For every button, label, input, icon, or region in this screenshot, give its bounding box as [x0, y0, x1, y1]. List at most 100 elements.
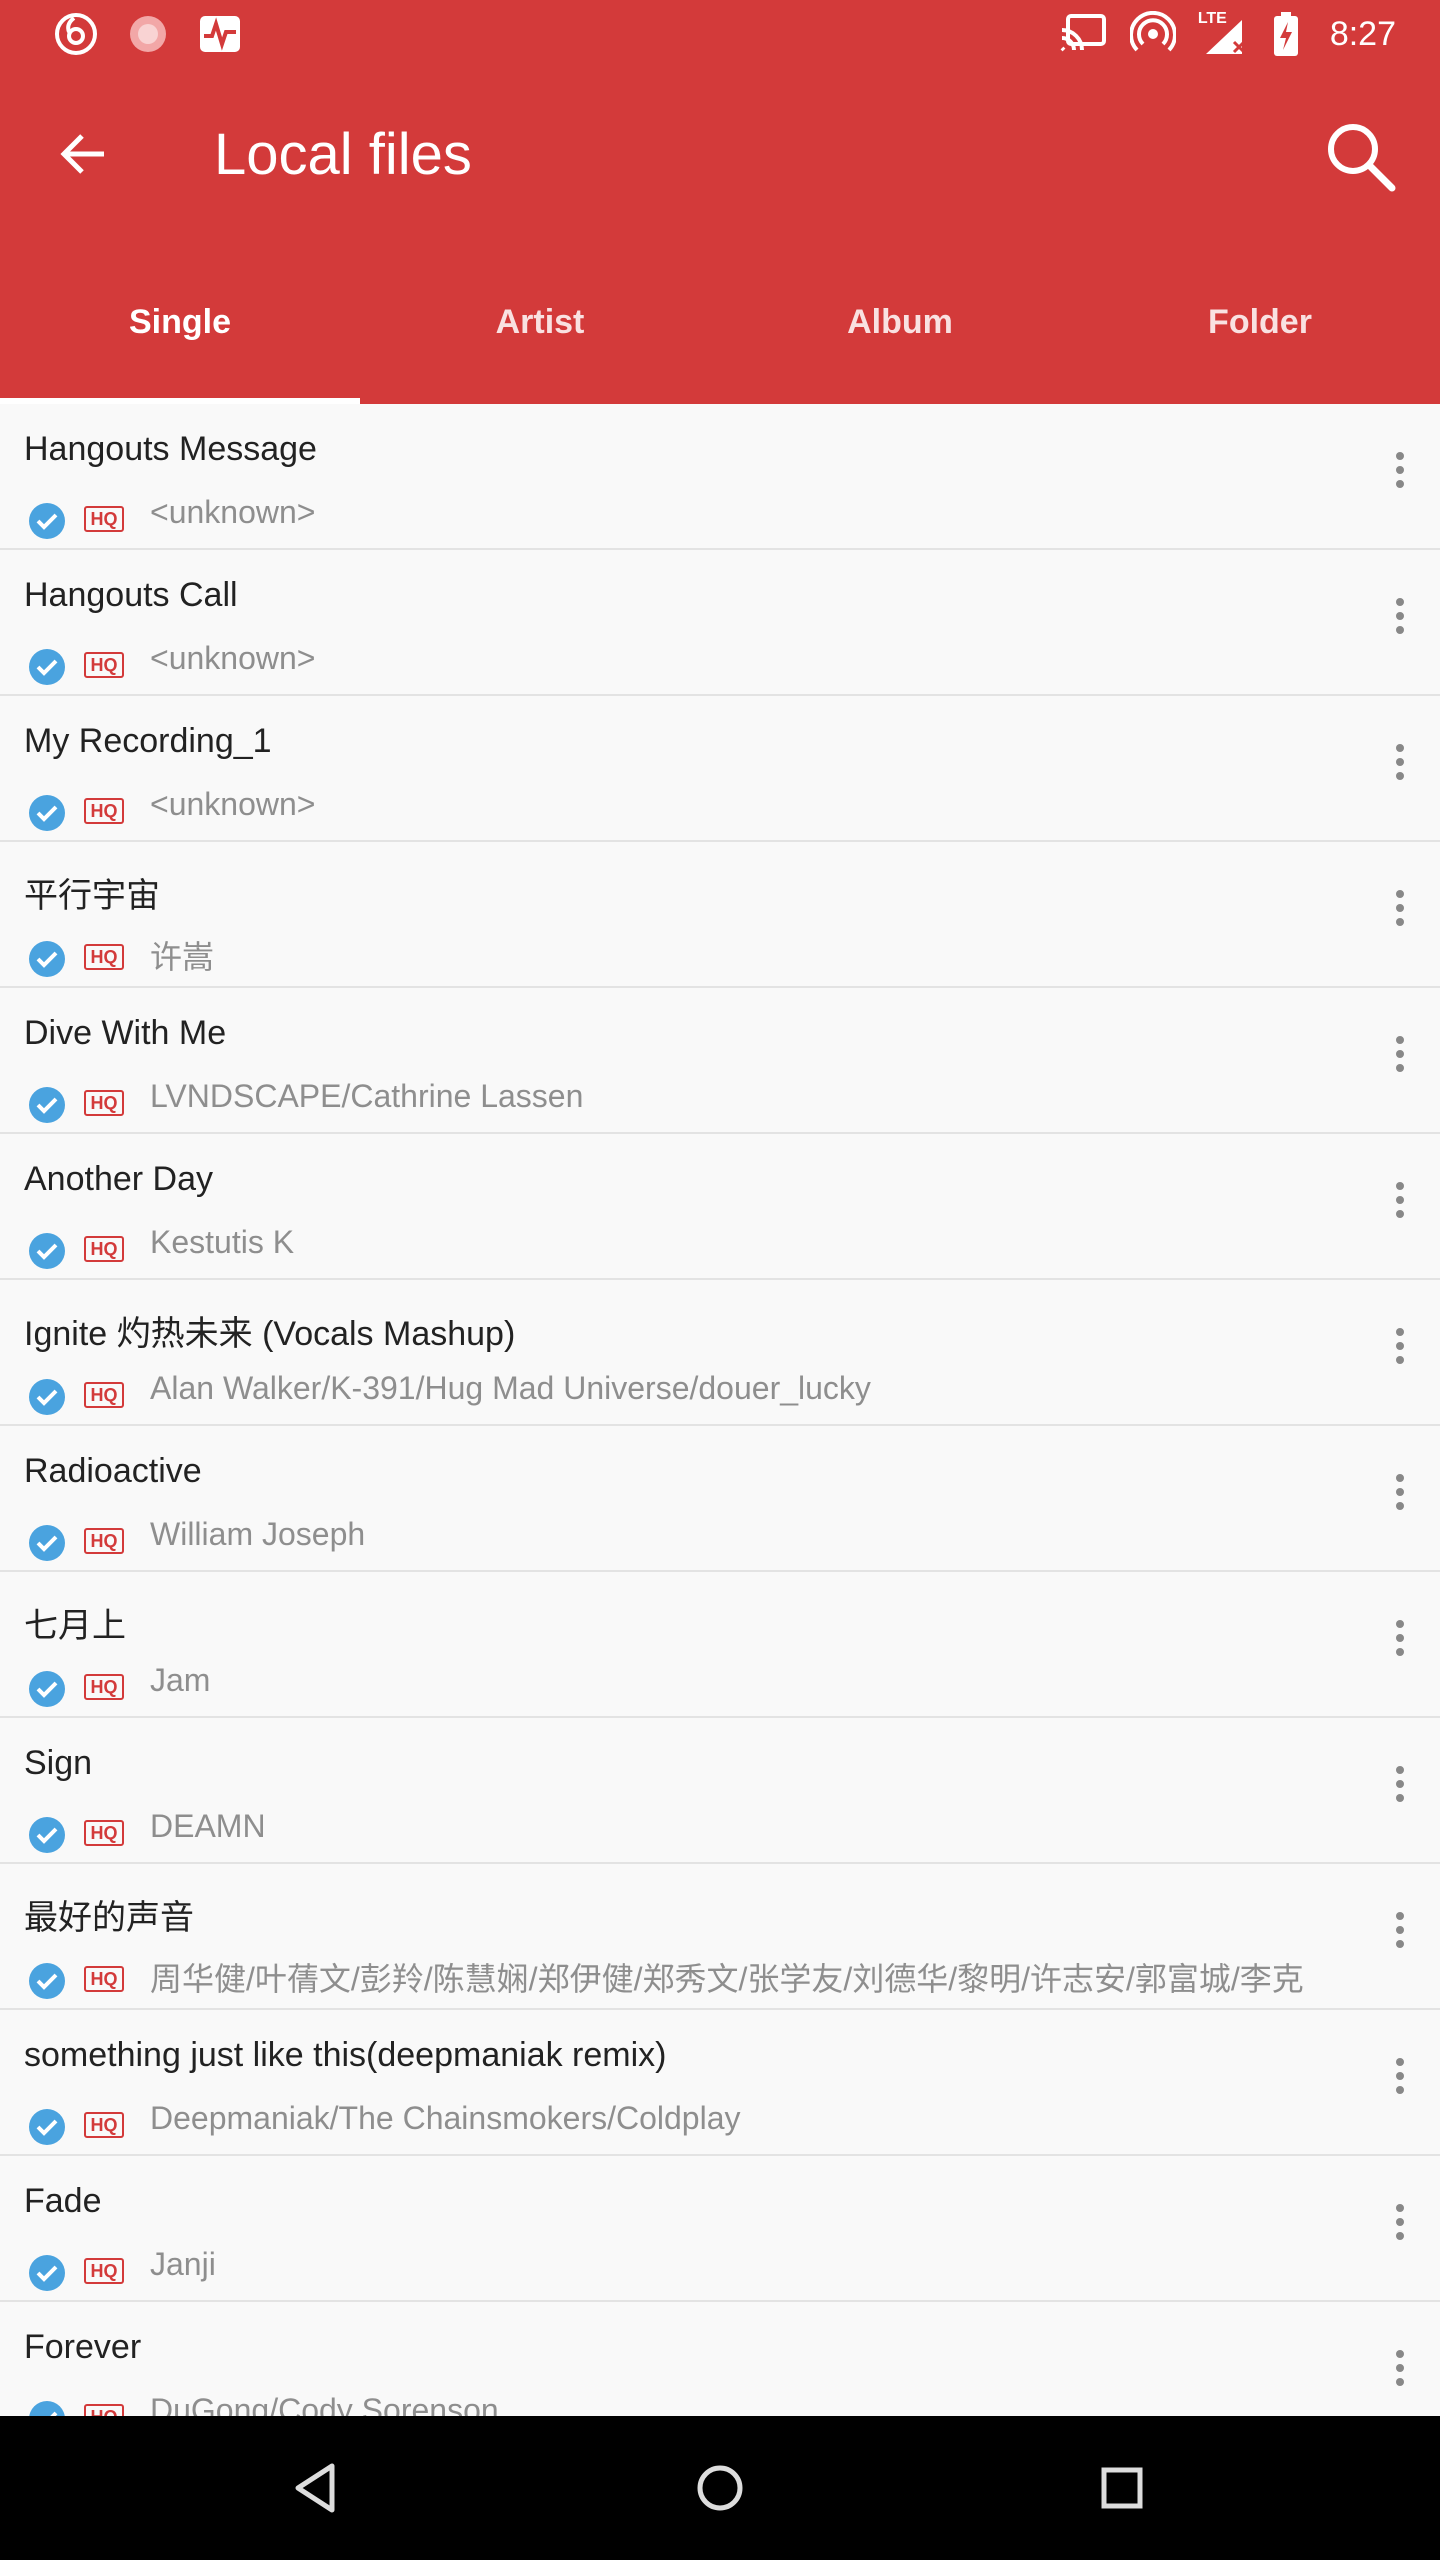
- song-artist: Deepmaniak/The Chainsmokers/Coldplay: [150, 2100, 741, 2136]
- more-options-icon[interactable]: [1378, 738, 1422, 798]
- hq-badge: HQ: [84, 2112, 124, 2138]
- song-title: 平行宇宙: [24, 877, 160, 915]
- downloaded-check-icon: [29, 503, 65, 539]
- clock: 8:27: [1329, 14, 1396, 53]
- song-title: something just like this(deepmaniak remi…: [24, 2036, 667, 2074]
- hq-badge: HQ: [84, 652, 124, 678]
- song-title: Sign: [24, 1744, 93, 1782]
- downloaded-check-icon: [29, 1379, 65, 1415]
- search-icon[interactable]: [1320, 116, 1400, 196]
- more-options-icon[interactable]: [1378, 2052, 1422, 2112]
- song-artist: <unknown>: [150, 786, 316, 822]
- tab-single[interactable]: Single: [0, 282, 360, 404]
- more-options-icon[interactable]: [1378, 1760, 1422, 1820]
- song-row[interactable]: Fade HQ Janji: [0, 2156, 1440, 2302]
- song-title: My Recording_1: [24, 722, 272, 760]
- tab-artist[interactable]: Artist: [360, 282, 720, 404]
- song-row[interactable]: Hangouts Message HQ <unknown>: [0, 404, 1440, 550]
- song-artist: DuGong/Cody Sorenson: [150, 2392, 499, 2416]
- song-artist: Jam: [150, 1662, 211, 1698]
- hq-badge: HQ: [84, 1966, 124, 1992]
- song-artist: Alan Walker/K-391/Hug Mad Universe/douer…: [150, 1370, 871, 1406]
- song-artist: <unknown>: [150, 494, 316, 530]
- song-row[interactable]: Radioactive HQ William Joseph: [0, 1426, 1440, 1572]
- hq-badge: HQ: [84, 1528, 124, 1554]
- downloaded-check-icon: [29, 941, 65, 977]
- song-artist: 周华健/叶蒨文/彭羚/陈慧娴/郑伊健/郑秀文/张学友/刘德华/黎明/许志安/郭富…: [150, 1961, 1304, 1997]
- battery-icon: [1273, 12, 1298, 56]
- song-row[interactable]: Hangouts Call HQ <unknown>: [0, 550, 1440, 696]
- hq-badge: HQ: [84, 1090, 124, 1116]
- song-row[interactable]: Another Day HQ Kestutis K: [0, 1134, 1440, 1280]
- more-options-icon[interactable]: [1378, 884, 1422, 944]
- more-options-icon[interactable]: [1378, 1322, 1422, 1382]
- app-header: LTE 8:27 Local files Single Artist Album…: [0, 0, 1440, 404]
- song-row[interactable]: Ignite 灼热未来 (Vocals Mashup) HQ Alan Walker…: [0, 1280, 1440, 1426]
- home-circle-icon[interactable]: [686, 2454, 754, 2522]
- downloaded-check-icon: [29, 1671, 65, 1707]
- song-title: 最好的声音: [24, 1899, 194, 1937]
- downloaded-check-icon: [29, 1525, 65, 1561]
- more-options-icon[interactable]: [1378, 1614, 1422, 1674]
- status-bar: LTE 8:27: [0, 0, 1440, 72]
- song-artist: DEAMN: [150, 1808, 266, 1844]
- more-options-icon[interactable]: [1378, 446, 1422, 506]
- downloaded-check-icon: [29, 1817, 65, 1853]
- hq-badge: HQ: [84, 2258, 124, 2284]
- song-title: Dive With Me: [24, 1014, 227, 1052]
- song-title: Fade: [24, 2182, 102, 2220]
- song-row[interactable]: Sign HQ DEAMN: [0, 1718, 1440, 1864]
- more-options-icon[interactable]: [1378, 2198, 1422, 2258]
- song-title: 七月上: [24, 1607, 126, 1645]
- more-options-icon[interactable]: [1378, 1906, 1422, 1966]
- cast-icon: [1060, 14, 1106, 52]
- tab-folder[interactable]: Folder: [1080, 282, 1440, 404]
- song-row[interactable]: 七月上 HQ Jam: [0, 1572, 1440, 1718]
- more-options-icon[interactable]: [1378, 592, 1422, 652]
- sun-icon: [130, 16, 166, 52]
- song-row[interactable]: something just like this(deepmaniak remi…: [0, 2010, 1440, 2156]
- more-options-icon[interactable]: [1378, 1468, 1422, 1528]
- song-row[interactable]: Dive With Me HQ LVNDSCAPE/Cathrine Lassen: [0, 988, 1440, 1134]
- song-artist: <unknown>: [150, 640, 316, 676]
- hq-badge: HQ: [84, 1236, 124, 1262]
- recents-square-icon[interactable]: [1088, 2454, 1156, 2522]
- more-options-icon[interactable]: [1378, 2344, 1422, 2404]
- tab-bar: Single Artist Album Folder: [0, 282, 1440, 404]
- downloaded-check-icon: [29, 795, 65, 831]
- navigation-bar: [0, 2416, 1440, 2560]
- hq-badge: HQ: [84, 2404, 124, 2416]
- hq-badge: HQ: [84, 1674, 124, 1700]
- song-artist: Kestutis K: [150, 1224, 295, 1260]
- song-artist: LVNDSCAPE/Cathrine Lassen: [150, 1078, 584, 1114]
- signal-icon: LTE: [1198, 10, 1250, 58]
- song-row[interactable]: Forever HQ DuGong/Cody Sorenson: [0, 2302, 1440, 2416]
- song-row[interactable]: 平行宇宙 HQ 许嵩: [0, 842, 1440, 988]
- page-title: Local files: [214, 122, 472, 187]
- song-title: Another Day: [24, 1160, 213, 1198]
- song-artist: 许嵩: [150, 939, 215, 975]
- downloaded-check-icon: [29, 1087, 65, 1123]
- downloaded-check-icon: [29, 2255, 65, 2291]
- downloaded-check-icon: [29, 1233, 65, 1269]
- hotspot-icon: [1129, 11, 1176, 52]
- song-row[interactable]: 最好的声音 HQ 周华健/叶蒨文/彭羚/陈慧娴/郑伊健/郑秀文/张学友/刘德华/黎明…: [0, 1864, 1440, 2010]
- downloaded-check-icon: [29, 1963, 65, 1999]
- back-triangle-icon[interactable]: [282, 2454, 350, 2522]
- downloaded-check-icon: [29, 2109, 65, 2145]
- song-title: Forever: [24, 2328, 142, 2366]
- tab-album[interactable]: Album: [720, 282, 1080, 404]
- arrow-left-icon[interactable]: [52, 122, 116, 186]
- song-row[interactable]: My Recording_1 HQ <unknown>: [0, 696, 1440, 842]
- hq-badge: HQ: [84, 944, 124, 970]
- hq-badge: HQ: [84, 1820, 124, 1846]
- more-options-icon[interactable]: [1378, 1176, 1422, 1236]
- song-title: Hangouts Message: [24, 430, 317, 468]
- activity-icon: [200, 16, 240, 52]
- hq-badge: HQ: [84, 506, 124, 532]
- more-options-icon[interactable]: [1378, 1030, 1422, 1090]
- song-list[interactable]: Hangouts Message HQ <unknown> Hangouts Call…: [0, 404, 1440, 2416]
- song-title: Hangouts Call: [24, 576, 238, 614]
- hq-badge: HQ: [84, 798, 124, 824]
- toolbar: Local files: [0, 72, 1440, 240]
